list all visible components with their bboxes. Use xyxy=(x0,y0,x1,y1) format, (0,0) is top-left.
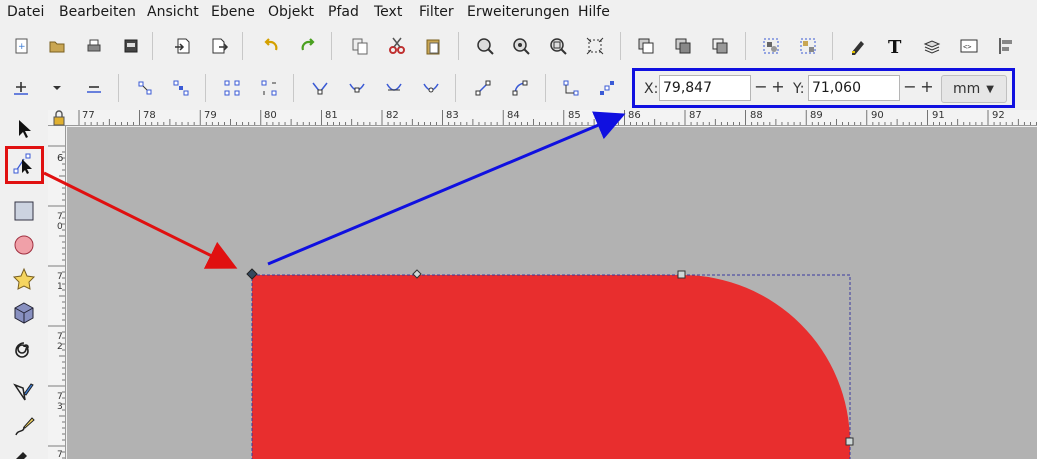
ruler-label: 92 xyxy=(992,110,1005,121)
pencil-tool-icon[interactable] xyxy=(11,414,37,440)
ruler-label: 7 xyxy=(57,450,63,459)
menubar: Datei Bearbeiten Ansicht Ebene Objekt Pf… xyxy=(0,0,1037,24)
ruler-label: 81 xyxy=(325,110,338,121)
svg-text:<>: <> xyxy=(963,43,971,51)
ruler-label: 87 xyxy=(689,110,702,121)
break-path-icon[interactable] xyxy=(170,77,192,99)
duplicate-icon[interactable] xyxy=(635,35,657,57)
clone-icon[interactable] xyxy=(672,35,694,57)
text-font-icon[interactable]: T xyxy=(884,35,906,57)
undo-icon[interactable] xyxy=(260,35,282,57)
menu-hilfe[interactable]: Hilfe xyxy=(578,3,610,21)
node-tool-highlight xyxy=(5,146,44,184)
ruler-label: 91 xyxy=(932,110,945,121)
insert-node-icon[interactable] xyxy=(10,77,32,99)
redo-icon[interactable] xyxy=(297,35,319,57)
menu-objekt[interactable]: Objekt xyxy=(268,3,314,21)
ruler-label: 80 xyxy=(264,110,277,121)
node-cusp-icon[interactable] xyxy=(309,77,331,99)
ruler-label: 7 2 xyxy=(57,332,63,352)
ruler-label: 84 xyxy=(507,110,520,121)
print-icon[interactable] xyxy=(83,35,105,57)
3d-box-tool-icon[interactable] xyxy=(11,300,37,326)
new-document-icon[interactable]: + xyxy=(11,35,33,57)
ruler-label: 78 xyxy=(143,110,156,121)
menu-bearbeiten[interactable]: Bearbeiten xyxy=(59,3,136,21)
ruler-label: 85 xyxy=(568,110,581,121)
align-icon[interactable] xyxy=(995,35,1017,57)
vertical-ruler: 6 7 0 7 1 7 2 7 3 7 xyxy=(48,126,66,459)
object-to-path-icon[interactable] xyxy=(560,77,582,99)
cut-icon[interactable] xyxy=(386,35,408,57)
join-nodes-icon[interactable] xyxy=(134,77,156,99)
open-icon[interactable] xyxy=(46,35,68,57)
ruler-label: 79 xyxy=(204,110,217,121)
selector-tool-icon[interactable] xyxy=(11,116,37,142)
ruler-label: 7 3 xyxy=(57,392,63,412)
menu-erweiterungen[interactable]: Erweiterungen xyxy=(467,3,570,21)
stroke-to-path-icon[interactable] xyxy=(596,77,618,99)
ruler-label: 89 xyxy=(810,110,823,121)
delete-segment-icon[interactable] xyxy=(258,77,280,99)
calligraphy-tool-icon[interactable] xyxy=(11,445,37,459)
delete-node-icon[interactable] xyxy=(83,77,105,99)
menu-pfad[interactable]: Pfad xyxy=(328,3,359,21)
ruler-label: 86 xyxy=(628,110,641,121)
group-icon[interactable] xyxy=(760,35,782,57)
menu-text[interactable]: Text xyxy=(374,3,402,21)
print-preview-icon[interactable] xyxy=(120,35,142,57)
node-symmetric-icon[interactable] xyxy=(383,77,405,99)
zoom-fit-icon[interactable] xyxy=(584,35,606,57)
ruler-label: 83 xyxy=(446,110,459,121)
menu-filter[interactable]: Filter xyxy=(419,3,454,21)
pen-tool-icon[interactable] xyxy=(11,380,37,406)
node-handle xyxy=(677,270,686,279)
star-tool-icon[interactable] xyxy=(11,266,37,292)
ruler-label: 90 xyxy=(871,110,884,121)
ruler-label: 7 1 xyxy=(57,272,63,292)
drawing-canvas[interactable] xyxy=(67,127,1037,459)
zoom-page-icon[interactable] xyxy=(547,35,569,57)
menu-ansicht[interactable]: Ansicht xyxy=(147,3,199,21)
red-rounded-shape xyxy=(252,275,850,459)
commands-toolbar: + T <> xyxy=(0,24,1037,68)
paste-icon[interactable] xyxy=(422,35,444,57)
circle-tool-icon[interactable] xyxy=(11,232,37,258)
svg-text:+: + xyxy=(18,42,26,52)
segment-curve-icon[interactable] xyxy=(509,77,531,99)
menu-datei[interactable]: Datei xyxy=(7,3,44,21)
copy-icon[interactable] xyxy=(349,35,371,57)
ruler-label: 88 xyxy=(750,110,763,121)
xml-editor-icon[interactable]: <> xyxy=(958,35,980,57)
horizontal-ruler: 77 78 79 80 81 82 83 84 85 86 87 88 89 9… xyxy=(48,110,1037,126)
segment-line-icon[interactable] xyxy=(472,77,494,99)
zoom-drawing-icon[interactable] xyxy=(510,35,532,57)
ungroup-icon[interactable] xyxy=(797,35,819,57)
ruler-label: 7 0 xyxy=(57,212,63,232)
ruler-label: 77 xyxy=(82,110,95,121)
menu-ebene[interactable]: Ebene xyxy=(211,3,255,21)
dropdown-icon[interactable] xyxy=(46,77,68,99)
ruler-label: 6 xyxy=(57,153,64,164)
unlink-clone-icon[interactable] xyxy=(709,35,731,57)
node-smooth-icon[interactable] xyxy=(346,77,368,99)
layers-icon[interactable] xyxy=(921,35,943,57)
node-auto-icon[interactable] xyxy=(420,77,442,99)
export-icon[interactable] xyxy=(208,35,230,57)
spiral-tool-icon[interactable] xyxy=(11,334,37,360)
zoom-selection-icon[interactable] xyxy=(474,35,496,57)
rectangle-tool-icon[interactable] xyxy=(11,198,37,224)
svg-text:T: T xyxy=(888,37,902,56)
join-segment-icon[interactable] xyxy=(221,77,243,99)
lock-icon[interactable] xyxy=(52,110,66,126)
inkscape-window: Datei Bearbeiten Ansicht Ebene Objekt Pf… xyxy=(0,0,1037,459)
node-handle xyxy=(845,437,854,446)
coordinates-highlight xyxy=(632,68,1015,108)
fill-stroke-icon[interactable] xyxy=(847,35,869,57)
ruler-label: 82 xyxy=(386,110,399,121)
import-icon[interactable] xyxy=(172,35,194,57)
